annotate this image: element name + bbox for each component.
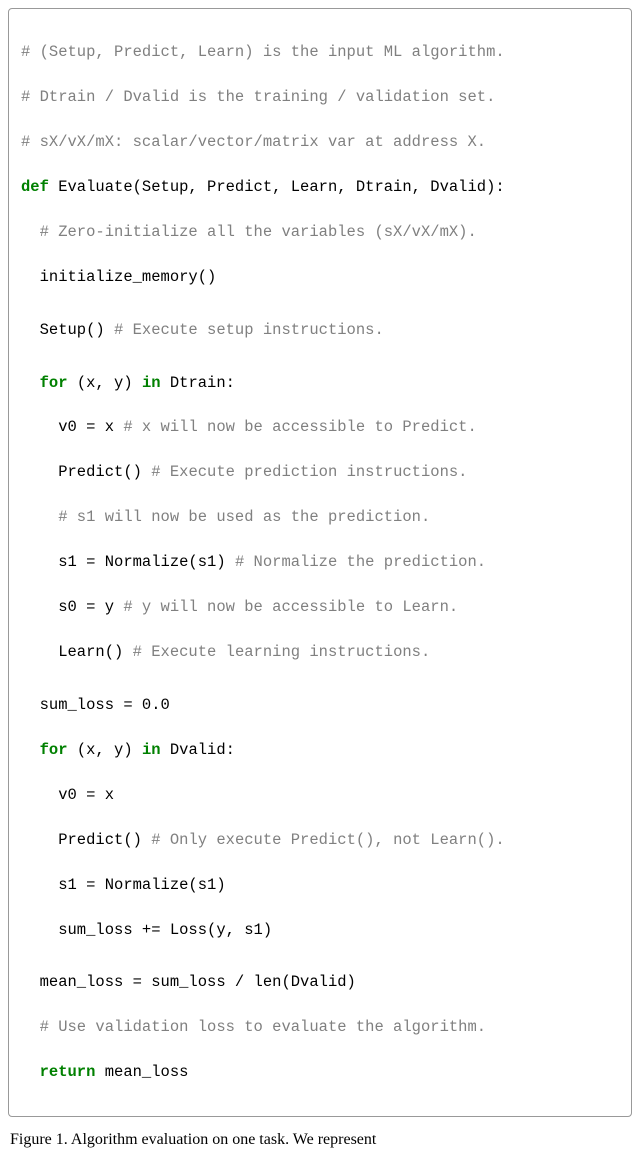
code-line: mean_loss = sum_loss / len(Dvalid) bbox=[21, 971, 619, 993]
for-line: for (x, y) in Dtrain: bbox=[21, 372, 619, 394]
keyword-in: in bbox=[142, 374, 161, 392]
comment-line: # sX/vX/mX: scalar/vector/matrix var at … bbox=[21, 131, 619, 153]
comment-line: # Dtrain / Dvalid is the training / vali… bbox=[21, 86, 619, 108]
figure-caption: Figure 1. Algorithm evaluation on one ta… bbox=[8, 1131, 632, 1149]
code-line: sum_loss += Loss(y, s1) bbox=[21, 919, 619, 941]
code-line: initialize_memory() bbox=[21, 266, 619, 288]
inline-comment: # Execute setup instructions. bbox=[114, 321, 384, 339]
code-line: s1 = Normalize(s1) bbox=[21, 874, 619, 896]
return-line: return mean_loss bbox=[21, 1061, 619, 1083]
code-line: Predict() # Execute prediction instructi… bbox=[21, 461, 619, 483]
inline-comment: # Normalize the prediction. bbox=[235, 553, 486, 571]
comment-line: # Zero-initialize all the variables (sX/… bbox=[21, 221, 619, 243]
code-line: s1 = Normalize(s1) # Normalize the predi… bbox=[21, 551, 619, 573]
def-line: def Evaluate(Setup, Predict, Learn, Dtra… bbox=[21, 176, 619, 198]
code-listing: # (Setup, Predict, Learn) is the input M… bbox=[8, 8, 632, 1117]
inline-comment: # x will now be accessible to Predict. bbox=[123, 418, 476, 436]
inline-comment: # y will now be accessible to Learn. bbox=[123, 598, 458, 616]
keyword-def: def bbox=[21, 178, 49, 196]
comment-line: # Use validation loss to evaluate the al… bbox=[21, 1016, 619, 1038]
code-line: s0 = y # y will now be accessible to Lea… bbox=[21, 596, 619, 618]
code-line: v0 = x bbox=[21, 784, 619, 806]
keyword-return: return bbox=[21, 1063, 95, 1081]
code-line: sum_loss = 0.0 bbox=[21, 694, 619, 716]
code-line: Learn() # Execute learning instructions. bbox=[21, 641, 619, 663]
comment-line: # (Setup, Predict, Learn) is the input M… bbox=[21, 41, 619, 63]
for-line: for (x, y) in Dvalid: bbox=[21, 739, 619, 761]
code-line: Predict() # Only execute Predict(), not … bbox=[21, 829, 619, 851]
code-line: Setup() # Execute setup instructions. bbox=[21, 319, 619, 341]
inline-comment: # Execute prediction instructions. bbox=[151, 463, 467, 481]
code-line: v0 = x # x will now be accessible to Pre… bbox=[21, 416, 619, 438]
keyword-for: for bbox=[21, 741, 68, 759]
keyword-in: in bbox=[142, 741, 161, 759]
call: Setup() bbox=[21, 321, 114, 339]
inline-comment: # Only execute Predict(), not Learn(). bbox=[151, 831, 504, 849]
def-signature: Evaluate(Setup, Predict, Learn, Dtrain, … bbox=[49, 178, 505, 196]
comment-line: # s1 will now be used as the prediction. bbox=[21, 506, 619, 528]
inline-comment: # Execute learning instructions. bbox=[133, 643, 431, 661]
keyword-for: for bbox=[21, 374, 68, 392]
